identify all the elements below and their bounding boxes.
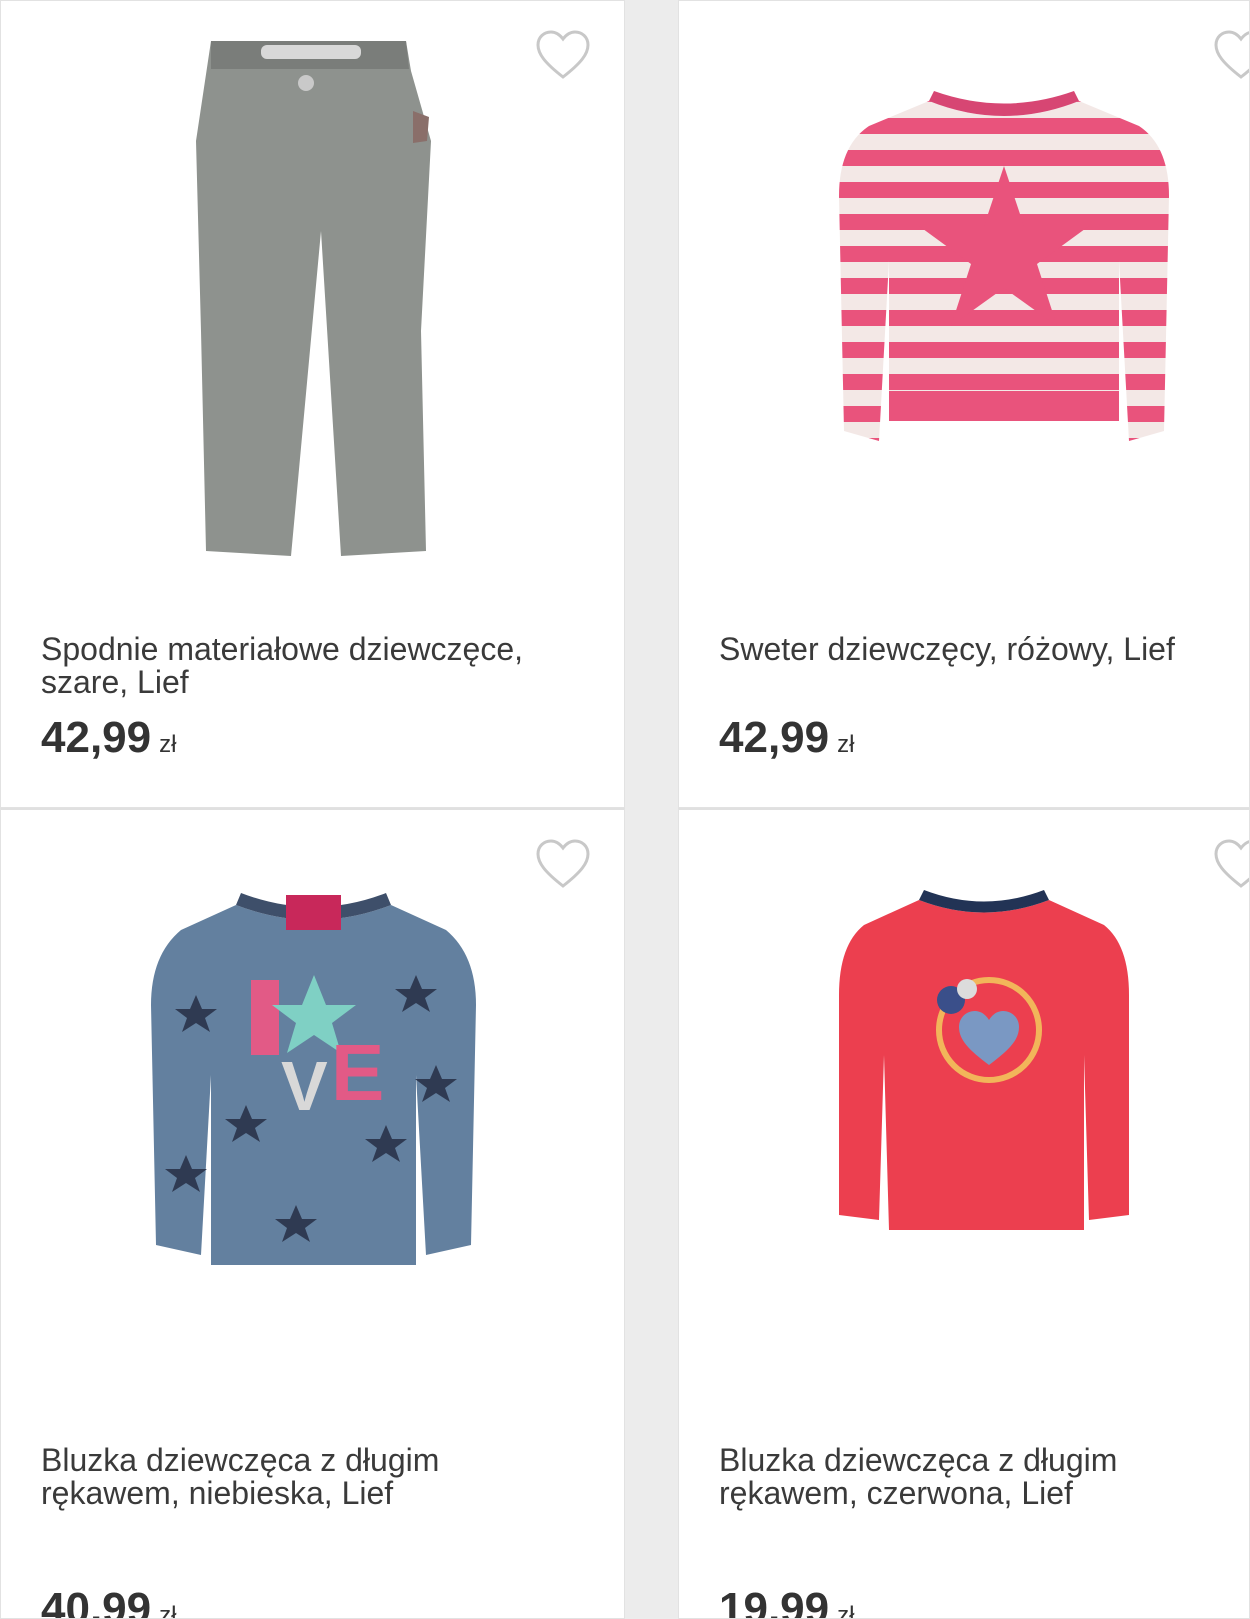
price-currency: zł [837, 731, 855, 758]
product-title[interactable]: Spodnie materiałowe dziewczęce, szare, L… [41, 633, 581, 699]
svg-text:E: E [331, 1028, 384, 1117]
price-currency: zł [159, 1602, 177, 1619]
product-price: 40,99 zł [41, 1584, 177, 1619]
product-image-trousers[interactable] [181, 31, 451, 581]
price-amount: 42,99 [719, 713, 830, 762]
product-card[interactable]: Sweter dziewczęcy, różowy, Lief 42,99 zł [678, 0, 1250, 808]
product-title[interactable]: Bluzka dziewczęca z długim rękawem, czer… [719, 1444, 1229, 1510]
svg-text:V: V [281, 1047, 328, 1125]
heart-outline-icon[interactable] [535, 29, 591, 81]
price-amount: 40,99 [41, 1584, 152, 1619]
price-amount: 42,99 [41, 713, 152, 762]
product-card[interactable]: Spodnie materiałowe dziewczęce, szare, L… [0, 0, 625, 808]
product-title[interactable]: Sweter dziewczęcy, różowy, Lief [719, 633, 1229, 666]
product-price: 42,99 zł [719, 713, 854, 763]
heart-outline-icon[interactable] [1213, 838, 1250, 890]
product-image-red-blouse[interactable] [819, 885, 1149, 1245]
heart-outline-icon[interactable] [535, 838, 591, 890]
heart-outline-icon[interactable] [1213, 29, 1250, 81]
product-image-blue-blouse[interactable]: V E [126, 885, 501, 1290]
product-price: 42,99 zł [41, 713, 176, 763]
price-amount: 19,99 [719, 1584, 830, 1619]
price-currency: zł [159, 731, 177, 758]
product-card[interactable]: V E Bluzka dziewczęca z długim rękawem, … [0, 808, 625, 1619]
product-image-sweater[interactable] [819, 86, 1189, 466]
product-title[interactable]: Bluzka dziewczęca z długim rękawem, nieb… [41, 1444, 581, 1510]
product-price: 19,99 zł [719, 1584, 855, 1619]
price-currency: zł [837, 1602, 855, 1619]
product-card[interactable]: Bluzka dziewczęca z długim rękawem, czer… [678, 808, 1250, 1619]
